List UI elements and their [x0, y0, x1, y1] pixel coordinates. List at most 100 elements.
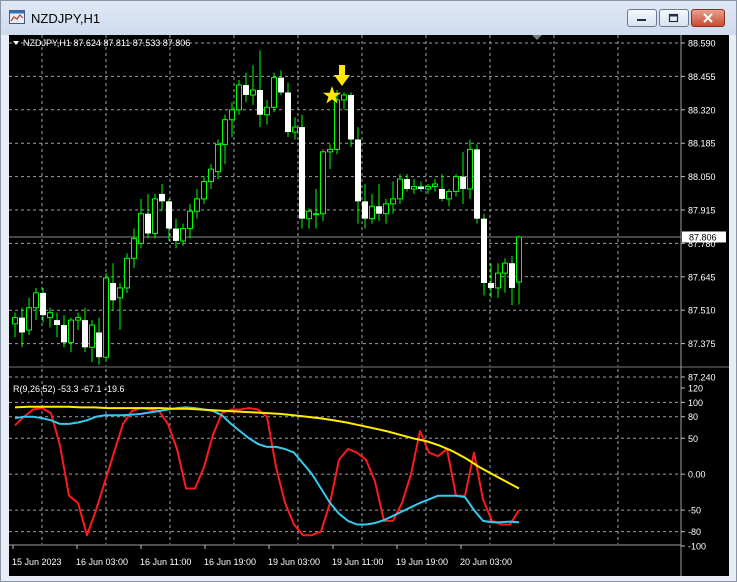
- candle-body-bear: [278, 77, 284, 93]
- candle-body-bull: [26, 307, 32, 331]
- candle-body-bull: [495, 272, 501, 289]
- candle-body-bull: [397, 178, 403, 200]
- candle-body-bull: [516, 236, 522, 283]
- time-tick-label: 20 Jun 03:00: [460, 557, 512, 567]
- time-scale[interactable]: 15 Jun 2023 16 Jun 03:00 16 Jun 11:00 16 Ju…: [12, 545, 512, 567]
- candle-body-bull: [453, 176, 459, 192]
- candle-body-bear: [159, 193, 165, 202]
- current-price-label: 87.806: [682, 231, 726, 243]
- candle-body-bear: [173, 228, 179, 241]
- price-tick-label: 88.590: [688, 39, 716, 49]
- indicator-tick-label: -100: [688, 542, 706, 552]
- candle-body-bear: [285, 92, 291, 133]
- candle-body-bull: [89, 324, 95, 348]
- time-tick-label: 19 Jun 03:00: [268, 557, 320, 567]
- candle-body-bull: [411, 185, 417, 190]
- candle-body-bear: [96, 332, 102, 358]
- candle-body-bull: [138, 213, 144, 244]
- price-scale[interactable]: 88.59088.45588.32088.18588.05087.91587.7…: [681, 39, 716, 383]
- chart-area[interactable]: NZDJPY,H1 87.624 87.811 87.533 87.806 R(…: [9, 35, 729, 576]
- candle-body-bear: [257, 90, 263, 115]
- candle-body-bull: [320, 151, 326, 215]
- oscillator-lines: [14, 405, 520, 537]
- candle-body-bear: [110, 282, 116, 301]
- close-icon: [703, 13, 713, 23]
- candle-body-bull: [292, 126, 298, 133]
- candle-body-bear: [166, 201, 172, 229]
- candle-body-bear: [348, 94, 354, 140]
- candle-body-bull: [117, 287, 123, 299]
- chart-canvas[interactable]: NZDJPY,H1 87.624 87.811 87.533 87.806 R(…: [9, 35, 729, 576]
- indicator-scale[interactable]: 120 100 80 50 0.00 -50 -80 -100: [681, 384, 706, 552]
- candle-body-bull: [334, 99, 340, 150]
- candle-body-bull: [47, 312, 53, 319]
- candle-body-bear: [509, 263, 515, 288]
- candle-body-bull: [383, 203, 389, 215]
- chart-menu-icon[interactable]: [13, 41, 19, 45]
- candle-body-bull: [306, 210, 312, 220]
- maximize-button[interactable]: [659, 9, 689, 27]
- candle-body-bull: [68, 319, 74, 343]
- chart-window-icon: [9, 10, 25, 24]
- candle-body-bear: [355, 139, 361, 202]
- arrow-down-icon[interactable]: [334, 65, 350, 86]
- candle-body-bull: [467, 148, 473, 190]
- chart-header: NZDJPY,H1 87.624 87.811 87.533 87.806: [23, 38, 190, 48]
- price-tick-label: 87.915: [688, 206, 716, 216]
- candle-body-bull: [222, 119, 228, 145]
- candle-body-bull: [75, 317, 81, 321]
- candle-body-bull: [131, 237, 137, 259]
- candle-body-bear: [404, 179, 410, 189]
- candle-body-bull: [124, 257, 130, 289]
- time-tick-label: 16 Jun 11:00: [140, 557, 191, 567]
- candle-body-bull: [12, 317, 18, 325]
- candle-body-bear: [243, 85, 249, 95]
- candle-body-bear: [299, 127, 305, 219]
- minimize-icon: [637, 19, 646, 21]
- price-tick-label: 87.240: [688, 373, 716, 383]
- close-button[interactable]: [691, 9, 725, 27]
- candle-body-bull: [236, 84, 242, 111]
- candle-body-bear: [82, 320, 88, 348]
- indicator-tick-label: 120: [688, 384, 703, 394]
- candle-body-bear: [54, 320, 60, 326]
- time-tick-label: 19 Jun 11:00: [332, 557, 383, 567]
- candle-body-bear: [481, 218, 487, 283]
- candle-body-bear: [19, 317, 25, 333]
- candle-body-bull: [313, 213, 319, 216]
- candle-body-bull: [208, 168, 214, 183]
- time-tick-label: 19 Jun 19:00: [396, 557, 448, 567]
- candle-body-bull: [103, 277, 109, 358]
- indicator-tick-label: -50: [688, 506, 701, 516]
- title-bar[interactable]: NZDJPY,H1: [1, 1, 736, 35]
- candle-body-bull: [390, 198, 396, 205]
- candle-body-bear: [460, 176, 466, 189]
- candle-body-bull: [180, 228, 186, 242]
- candle-body-bear: [40, 292, 46, 316]
- candle-body-bull: [250, 89, 256, 96]
- candle-body-bull: [201, 181, 207, 200]
- window-title: NZDJPY,H1: [31, 11, 101, 26]
- chart-window: NZDJPY,H1 NZDJPY,H1 87.624 87.811 87.533…: [0, 0, 737, 582]
- candle-body-bear: [488, 282, 494, 288]
- candle-body-bear: [362, 201, 368, 219]
- minimize-button[interactable]: [627, 9, 657, 27]
- price-tick-label: 87.375: [688, 339, 716, 349]
- price-tick-label: 87.510: [688, 306, 716, 316]
- candle-body-bear: [474, 149, 480, 219]
- time-tick-label: 15 Jun 2023: [12, 557, 62, 567]
- price-tick-label: 88.455: [688, 72, 716, 82]
- candle-body-bear: [418, 186, 424, 189]
- candle-body-bull: [369, 205, 375, 220]
- candle-body-bull: [271, 77, 277, 108]
- candle-body-bear: [376, 206, 382, 214]
- candle-body-bear: [145, 213, 151, 234]
- current-price-text: 87.806: [689, 232, 717, 242]
- candle-body-bear: [439, 188, 445, 199]
- candle-body-bull: [341, 94, 347, 101]
- candles: [12, 50, 522, 365]
- chart-shift-icon[interactable]: [532, 35, 542, 40]
- candle-body-bull: [33, 292, 39, 309]
- candle-body-bull: [446, 190, 452, 200]
- candle-body-bull: [215, 143, 221, 173]
